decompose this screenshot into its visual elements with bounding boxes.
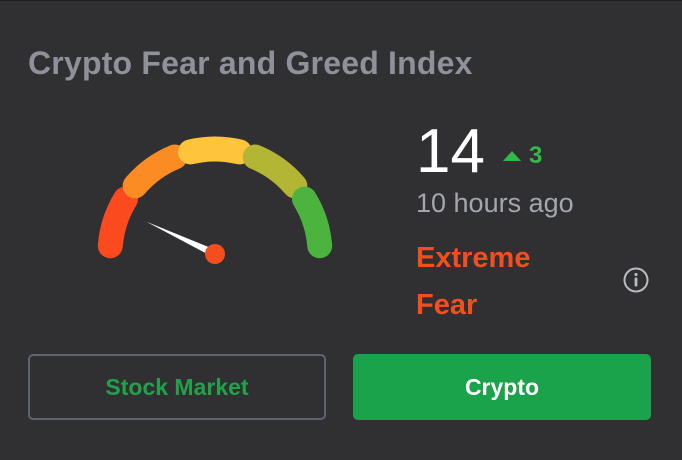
info-icon[interactable] bbox=[622, 266, 650, 294]
fear-greed-card: Crypto Fear and Greed Index 14 3 10 hour… bbox=[0, 0, 682, 460]
gauge-segment bbox=[177, 136, 253, 165]
fear-greed-gauge bbox=[97, 136, 333, 264]
gauge-segment bbox=[292, 186, 333, 259]
last-updated: 10 hours ago bbox=[416, 188, 574, 218]
index-change-value: 3 bbox=[528, 142, 543, 169]
gauge-segment bbox=[122, 144, 188, 199]
gauge-segment bbox=[242, 144, 308, 199]
index-value: 14 bbox=[416, 117, 485, 186]
stock-market-button[interactable]: Stock Market bbox=[28, 354, 326, 420]
sentiment-label: Extreme Fear bbox=[416, 242, 531, 321]
index-value-row: 14 3 bbox=[416, 119, 542, 185]
crypto-button[interactable]: Crypto bbox=[353, 354, 651, 420]
gauge-pivot bbox=[205, 244, 225, 264]
arrow-up-icon bbox=[502, 151, 521, 161]
index-change: 3 bbox=[502, 142, 543, 170]
gauge-segment bbox=[97, 186, 138, 259]
widget-title: Crypto Fear and Greed Index bbox=[28, 45, 473, 81]
